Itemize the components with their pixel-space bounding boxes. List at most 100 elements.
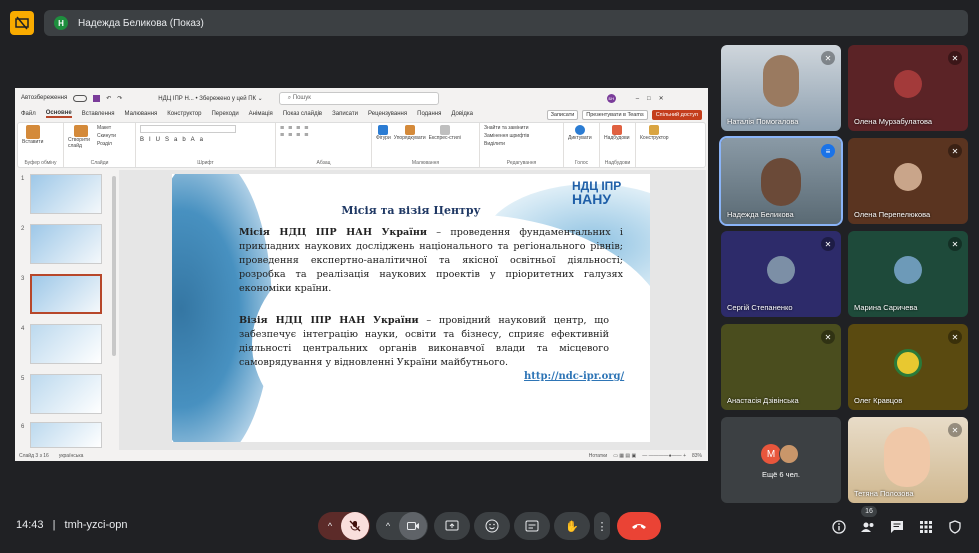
participant-tile[interactable]: ✕ Марина Саричева [848, 231, 968, 317]
zoom-level[interactable]: 83% [692, 453, 702, 459]
mic-off-icon: ✕ [821, 330, 835, 344]
paste-button[interactable]: Вставити [22, 125, 43, 145]
participant-name: Анастасія Дзівінська [727, 396, 799, 405]
ribbon-paragraph: ≡≡≡≡ ≡≡≡≡ Абзац [276, 123, 372, 167]
arrange-button[interactable]: Упорядкувати [394, 125, 426, 141]
layout-button[interactable]: Макет [97, 125, 116, 131]
participant-avatar [894, 70, 922, 98]
slide-counter: Слайд 3 з 16 [19, 452, 49, 459]
ribbon-slides: Створити слайд Макет Скинути Розділ Слай… [64, 123, 136, 167]
microphone-control[interactable]: ^ [318, 512, 370, 540]
zoom-slider[interactable]: — ————●—— + [642, 453, 686, 459]
presentation-off-icon[interactable] [10, 11, 34, 35]
slide-thumb-selected[interactable] [30, 274, 102, 314]
slide-thumb[interactable] [30, 422, 102, 448]
participant-tile[interactable]: ✕ Наталія Помогалова [721, 45, 841, 131]
slide-thumb[interactable] [30, 224, 102, 264]
participant-tile[interactable]: ✕ Олена Перепелюкова [848, 138, 968, 224]
user-initials[interactable]: БН [606, 93, 616, 103]
host-controls-icon[interactable] [946, 518, 964, 536]
chevron-up-icon[interactable]: ^ [319, 521, 341, 531]
present-teams-button[interactable]: Презентувати в Teams [582, 110, 648, 120]
activities-icon[interactable] [917, 518, 935, 536]
participant-tile[interactable]: ✕ Тетяна Полозова [848, 417, 968, 503]
ribbon-voice: Диктувати Голос [564, 123, 600, 167]
camera-control[interactable]: ^ [376, 512, 428, 540]
mission-paragraph: Місія НДЦ ІПР НАН України – проведення ф… [239, 227, 623, 294]
shapes-button[interactable]: Фігури [376, 125, 391, 141]
menu-file[interactable]: Файл [21, 111, 36, 117]
participant-tile-speaking[interactable]: ≡ Надежда Беликова [719, 136, 843, 226]
notes-button[interactable]: Нотатки [589, 453, 607, 459]
menu-animations[interactable]: Анімація [249, 111, 273, 117]
font-format-buttons[interactable]: BIUSabAa [140, 137, 236, 143]
participant-tile[interactable]: ✕ Олена Мурзабулатова [848, 45, 968, 131]
menu-home[interactable]: Основне [45, 110, 72, 118]
more-participants-tile[interactable]: М Ещё 6 чел. [721, 417, 841, 503]
mic-off-icon[interactable] [341, 512, 369, 540]
participant-name: Надежда Беликова [727, 210, 794, 219]
reset-button[interactable]: Скинути [97, 133, 116, 139]
dictate-button[interactable]: Диктувати [568, 125, 592, 141]
participant-video [761, 158, 801, 206]
addins-button[interactable]: Надбудови [604, 125, 630, 141]
raise-hand-button[interactable]: ✋ [554, 512, 590, 540]
undo-icon[interactable]: ↶ [106, 95, 111, 102]
participant-name: Олег Кравцов [854, 396, 903, 405]
redo-icon[interactable]: ↷ [117, 95, 122, 102]
participant-tile[interactable]: ✕ Олег Кравцов [848, 324, 968, 410]
view-buttons[interactable]: ▭ ▦ ▤ ▣ [613, 453, 636, 459]
menu-transitions[interactable]: Переходи [211, 111, 238, 117]
thumbnails-scrollbar[interactable] [112, 176, 116, 356]
participant-tile[interactable]: ✕ Анастасія Дзівінська [721, 324, 841, 410]
slide-thumb[interactable] [30, 324, 102, 364]
select-button[interactable]: Виділити [484, 141, 529, 147]
section-button[interactable]: Розділ [97, 141, 116, 147]
participant-avatar [894, 163, 922, 191]
menu-slideshow[interactable]: Показ слайдів [283, 111, 322, 117]
quick-styles-button[interactable]: Експрес-стилі [429, 125, 461, 141]
find-replace-button[interactable]: Знайти та замінити [484, 125, 529, 131]
menu-review[interactable]: Рецензування [368, 111, 407, 117]
present-button[interactable] [434, 512, 470, 540]
menu-record[interactable]: Записати [332, 111, 358, 117]
info-icon[interactable] [830, 518, 848, 536]
reactions-button[interactable] [474, 512, 510, 540]
slide-canvas: НДЦ ІПР НАНУ Місія та візія Центру Місія … [119, 170, 706, 450]
menu-design[interactable]: Конструктор [167, 111, 201, 117]
paragraph-buttons[interactable]: ≡≡≡≡ ≡≡≡≡ [280, 125, 312, 139]
thumb-number: 1 [21, 176, 25, 182]
thumb-number: 6 [21, 424, 25, 430]
search-box[interactable]: ⌕ Пошук [278, 91, 439, 105]
camera-icon[interactable] [399, 512, 427, 540]
chat-icon[interactable] [888, 518, 906, 536]
quick-styles-icon [439, 125, 450, 135]
save-icon[interactable] [93, 94, 101, 102]
website-link[interactable]: http://ndc-ipr.org/ [524, 371, 624, 382]
window-controls[interactable]: –□✕ [636, 95, 672, 102]
font-name-field[interactable] [140, 125, 236, 133]
menu-insert[interactable]: Вставлення [82, 111, 115, 117]
share-button[interactable]: Спільний доступ [651, 110, 702, 120]
more-options-button[interactable]: ⋮ [594, 512, 610, 540]
leave-call-button[interactable] [617, 512, 661, 540]
file-name[interactable]: НДЦ ІПР Н... • Збережено у цей ПК ⌄ [158, 95, 262, 102]
presenter-title: Надежда Беликова (Показ) [78, 17, 204, 29]
replace-fonts-button[interactable]: Замінення шрифтів [484, 133, 529, 139]
new-slide-button[interactable]: Створити слайд [68, 125, 94, 149]
captions-button[interactable] [514, 512, 550, 540]
menu-draw[interactable]: Малювання [125, 111, 158, 117]
participant-tile[interactable]: ✕ Сергій Степаненко [721, 231, 841, 317]
menu-view[interactable]: Подання [417, 111, 441, 117]
record-button[interactable]: Записати [546, 110, 579, 120]
ribbon-clipboard: Вставити Буфер обміну [18, 123, 64, 167]
chevron-up-icon[interactable]: ^ [377, 521, 399, 531]
people-icon[interactable] [859, 518, 877, 536]
slide-thumb[interactable] [30, 174, 102, 214]
menu-help[interactable]: Довідка [451, 111, 473, 117]
autosave-toggle[interactable] [73, 94, 88, 102]
slide-thumb[interactable] [30, 374, 102, 414]
presenter-banner: Н Надежда Беликова (Показ) [44, 10, 968, 36]
thumb-number: 3 [21, 276, 25, 282]
designer-button[interactable]: Конструктор [640, 125, 669, 141]
